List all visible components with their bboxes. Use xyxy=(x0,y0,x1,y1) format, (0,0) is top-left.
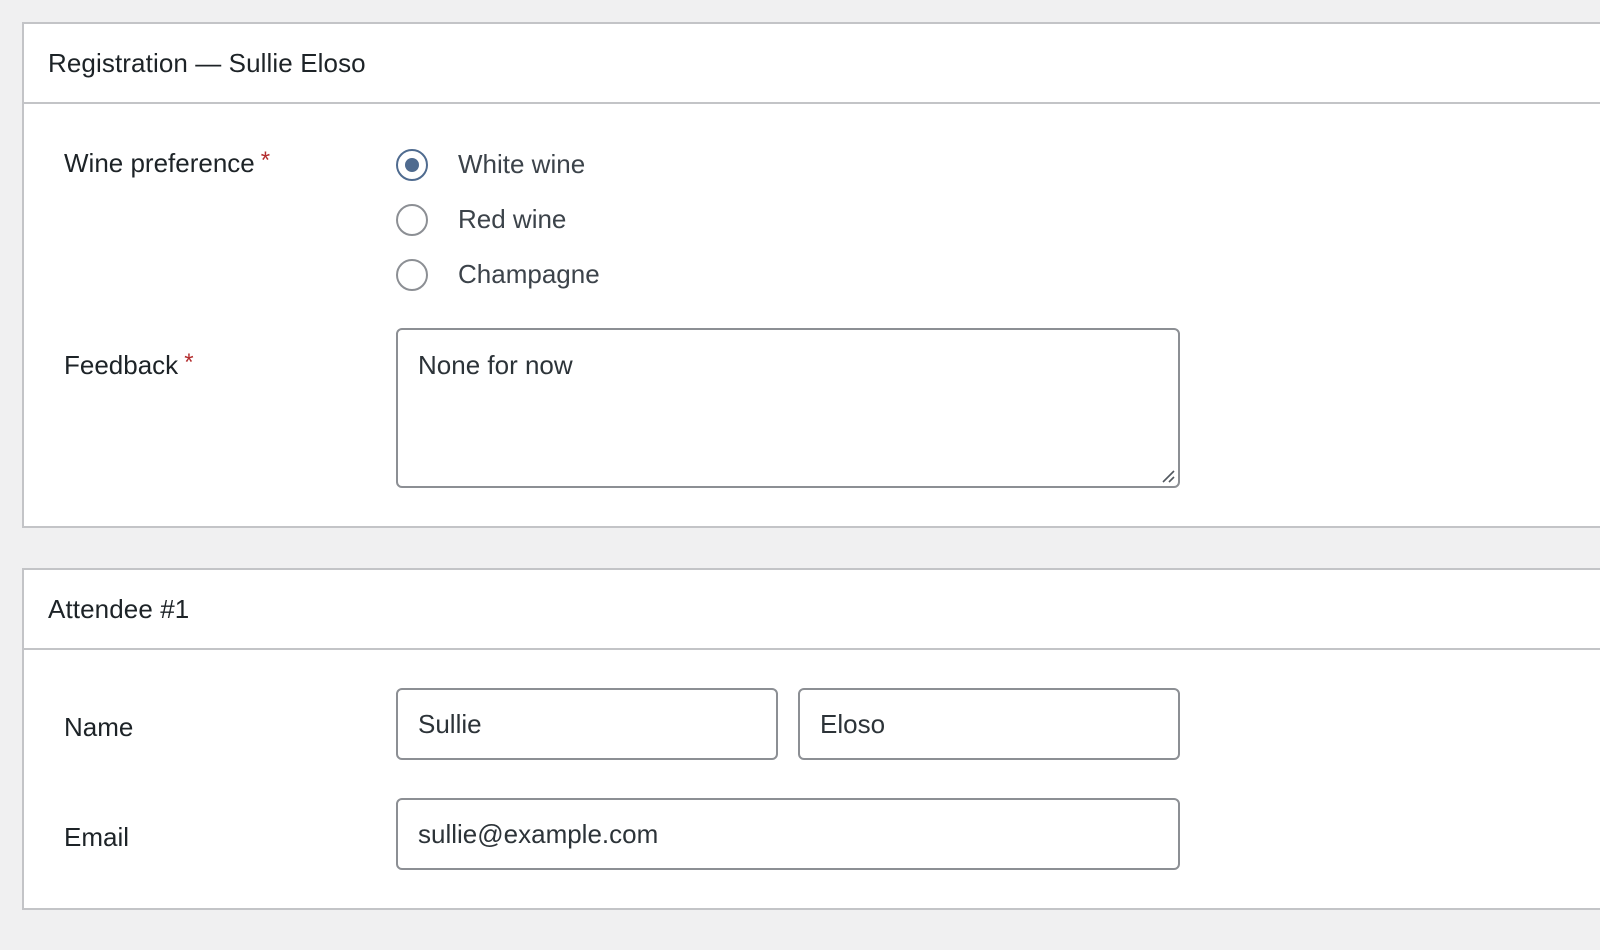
wine-preference-radio-group: White wine Red wine Champagne xyxy=(396,137,600,302)
registration-panel: Registration — Sullie Eloso Wine prefere… xyxy=(22,22,1600,528)
radio-dot xyxy=(405,157,419,172)
radio-button-checked[interactable] xyxy=(396,148,428,181)
feedback-label: Feedback * xyxy=(64,349,194,381)
first-name-input[interactable]: Sullie xyxy=(396,688,778,760)
first-name-value: Sullie xyxy=(418,708,482,739)
last-name-value: Eloso xyxy=(820,708,886,739)
name-label: Name xyxy=(64,712,134,742)
attendee-title: Attendee #1 xyxy=(48,593,190,624)
radio-label-champagne: Champagne xyxy=(458,259,600,289)
email-value: sullie@example.com xyxy=(418,818,659,849)
radio-button[interactable] xyxy=(396,203,428,236)
radio-option-white-wine[interactable]: White wine xyxy=(396,137,600,192)
feedback-value: None for now xyxy=(418,350,573,380)
radio-option-red-wine[interactable]: Red wine xyxy=(396,192,600,247)
required-asterisk: * xyxy=(260,147,271,174)
feedback-textarea[interactable]: None for now xyxy=(396,328,1180,488)
attendee-panel-header: Attendee #1 xyxy=(24,570,1600,650)
radio-option-champagne[interactable]: Champagne xyxy=(396,247,600,302)
radio-button[interactable] xyxy=(396,258,428,291)
feedback-label-text: Feedback xyxy=(64,350,179,380)
required-asterisk: * xyxy=(184,349,194,376)
wine-preference-label-text: Wine preference xyxy=(64,148,255,178)
radio-label-white-wine: White wine xyxy=(458,149,586,179)
last-name-input[interactable]: Eloso xyxy=(798,688,1180,760)
email-input[interactable]: sullie@example.com xyxy=(396,798,1180,870)
registration-panel-header: Registration — Sullie Eloso xyxy=(24,24,1600,104)
wine-preference-row: Wine preference * White wine Red wine Cha… xyxy=(24,142,1600,312)
resize-handle-icon[interactable] xyxy=(1161,469,1175,483)
email-label: Email xyxy=(64,822,130,852)
attendee-panel: Attendee #1 Name Sullie Eloso Email sull… xyxy=(22,568,1600,910)
radio-label-red-wine: Red wine xyxy=(458,204,567,234)
registration-title: Registration — Sullie Eloso xyxy=(48,47,366,78)
wine-preference-label: Wine preference * xyxy=(64,147,271,179)
